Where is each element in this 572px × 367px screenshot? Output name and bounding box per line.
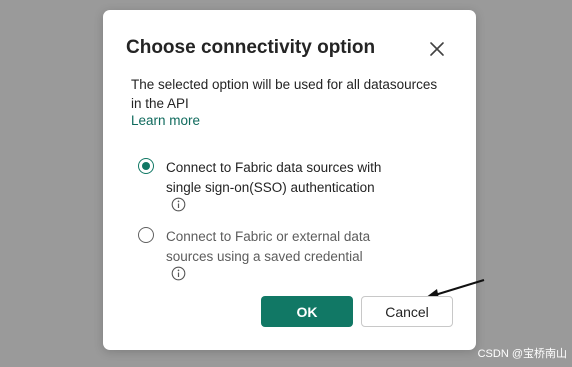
watermark: CSDN @宝桥南山 [477,348,567,360]
close-icon[interactable] [428,40,446,58]
cancel-button[interactable]: Cancel [361,296,453,327]
info-icon[interactable] [171,197,186,212]
dialog-description: The selected option will be used for all… [131,77,438,111]
option-saved-credential-label: Connect to Fabric or external data sourc… [166,229,371,264]
learn-more-link[interactable]: Learn more [131,113,200,128]
option-sso-label: Connect to Fabric data sources with sing… [166,160,382,195]
dialog-title: Choose connectivity option [126,37,376,58]
ok-button[interactable]: OK [261,296,353,327]
connectivity-dialog: Choose connectivity option The selected … [103,10,485,350]
radio-saved-credential[interactable] [138,227,154,243]
radio-sso[interactable] [138,158,154,174]
info-icon[interactable] [171,266,186,281]
